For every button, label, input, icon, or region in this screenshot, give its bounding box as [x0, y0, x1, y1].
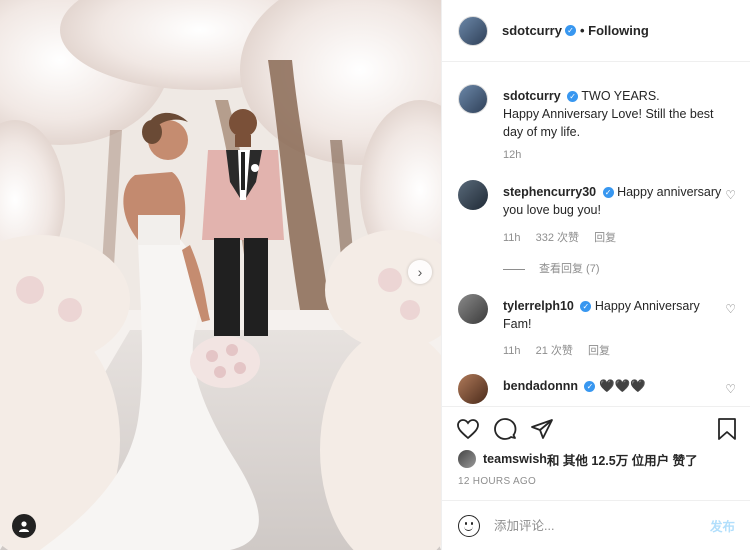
chevron-right-icon[interactable]: › — [408, 260, 432, 284]
verified-icon: ✓ — [602, 187, 614, 198]
comment-username[interactable]: bendadonnn — [503, 379, 578, 393]
caption-time: 12h — [503, 149, 533, 161]
comment-time: 11h — [503, 232, 521, 244]
heart-icon[interactable]: ♡ — [725, 188, 736, 202]
post-timestamp: 12 HOURS AGO — [458, 476, 537, 487]
comment-likes[interactable]: 21 次赞 — [536, 345, 573, 357]
view-replies-button[interactable]: 查看回复 (7) — [503, 260, 600, 276]
comment-meta: 11h 21 次赞 回复 — [503, 342, 622, 358]
list-item: tylerrelph10 ✓ Happy Anniversary Fam! ♡ … — [458, 294, 738, 364]
heart-icon[interactable]: ♡ — [725, 382, 736, 396]
caption: sdotcurry ✓ TWO YEARS. Happy Anniversary… — [458, 84, 738, 174]
heart-icon[interactable]: ♡ — [725, 302, 736, 316]
comments-list[interactable]: sdotcurry ✓ TWO YEARS. Happy Anniversary… — [442, 62, 750, 406]
share-icon[interactable] — [530, 417, 554, 446]
comment-form: 发布 — [442, 500, 750, 550]
avatar[interactable] — [458, 15, 488, 46]
comment-text: bendadonnn ✓ 🖤🖤🖤 — [503, 377, 723, 395]
avatar[interactable] — [458, 84, 488, 114]
comment-likes[interactable]: 332 次赞 — [536, 232, 579, 244]
wedding-photo-image — [0, 0, 441, 550]
comment-icon[interactable] — [493, 417, 517, 446]
following-button[interactable]: • Following — [580, 23, 649, 38]
reply-button[interactable]: 回复 — [588, 345, 610, 357]
author-username[interactable]: sdotcurry — [502, 23, 562, 38]
post-comment-button[interactable]: 发布 — [710, 516, 735, 535]
post-photo[interactable]: › — [0, 0, 441, 550]
action-bar — [442, 406, 750, 450]
avatar[interactable] — [458, 180, 488, 210]
heart-icon[interactable] — [456, 417, 480, 446]
view-replies-label: 查看回复 (7) — [539, 263, 600, 275]
emoji-icon[interactable] — [458, 514, 480, 537]
verified-icon: ✓ — [580, 301, 592, 312]
divider — [503, 268, 525, 270]
bookmark-icon[interactable] — [715, 417, 739, 446]
verified-icon: ✓ — [567, 91, 579, 102]
comment-body: 🖤🖤🖤 — [598, 379, 646, 393]
list-item: bendadonnn ✓ 🖤🖤🖤 ♡ — [458, 374, 738, 406]
verified-icon: ✓ — [564, 25, 576, 36]
instagram-post: › sdotcurry ✓ • Following sdotcurry ✓ TW… — [0, 0, 750, 550]
comment-time: 11h — [503, 345, 521, 357]
avatar[interactable] — [458, 294, 488, 324]
avatar — [458, 450, 476, 468]
likes-summary[interactable]: teamswish 和 其他 12.5万 位用户 赞了 — [458, 450, 698, 468]
comment-username[interactable]: tylerrelph10 — [503, 299, 574, 313]
caption-timestamp: 12h — [503, 149, 522, 161]
comment-text: stephencurry30 ✓ Happy anniversary you l… — [503, 183, 723, 219]
reply-button[interactable]: 回复 — [594, 232, 616, 244]
avatar[interactable] — [458, 374, 488, 404]
comment-input[interactable] — [494, 518, 694, 533]
list-item: stephencurry30 ✓ Happy anniversary you l… — [458, 180, 738, 290]
verified-icon: ✓ — [584, 381, 596, 392]
user-tag-icon[interactable] — [12, 514, 36, 538]
post-header: sdotcurry ✓ • Following — [442, 0, 750, 62]
likes-count[interactable]: 和 其他 12.5万 位用户 赞了 — [547, 450, 698, 469]
caption-username[interactable]: sdotcurry — [503, 89, 561, 103]
comment-text: tylerrelph10 ✓ Happy Anniversary Fam! — [503, 297, 723, 333]
comment-meta: 11h 332 次赞 回复 — [503, 229, 628, 245]
comment-username[interactable]: stephencurry30 — [503, 185, 596, 199]
post-side-panel: sdotcurry ✓ • Following sdotcurry ✓ TWO … — [441, 0, 750, 550]
caption-text: sdotcurry ✓ TWO YEARS. Happy Anniversary… — [503, 87, 723, 141]
likes-username[interactable]: teamswish — [483, 452, 547, 466]
